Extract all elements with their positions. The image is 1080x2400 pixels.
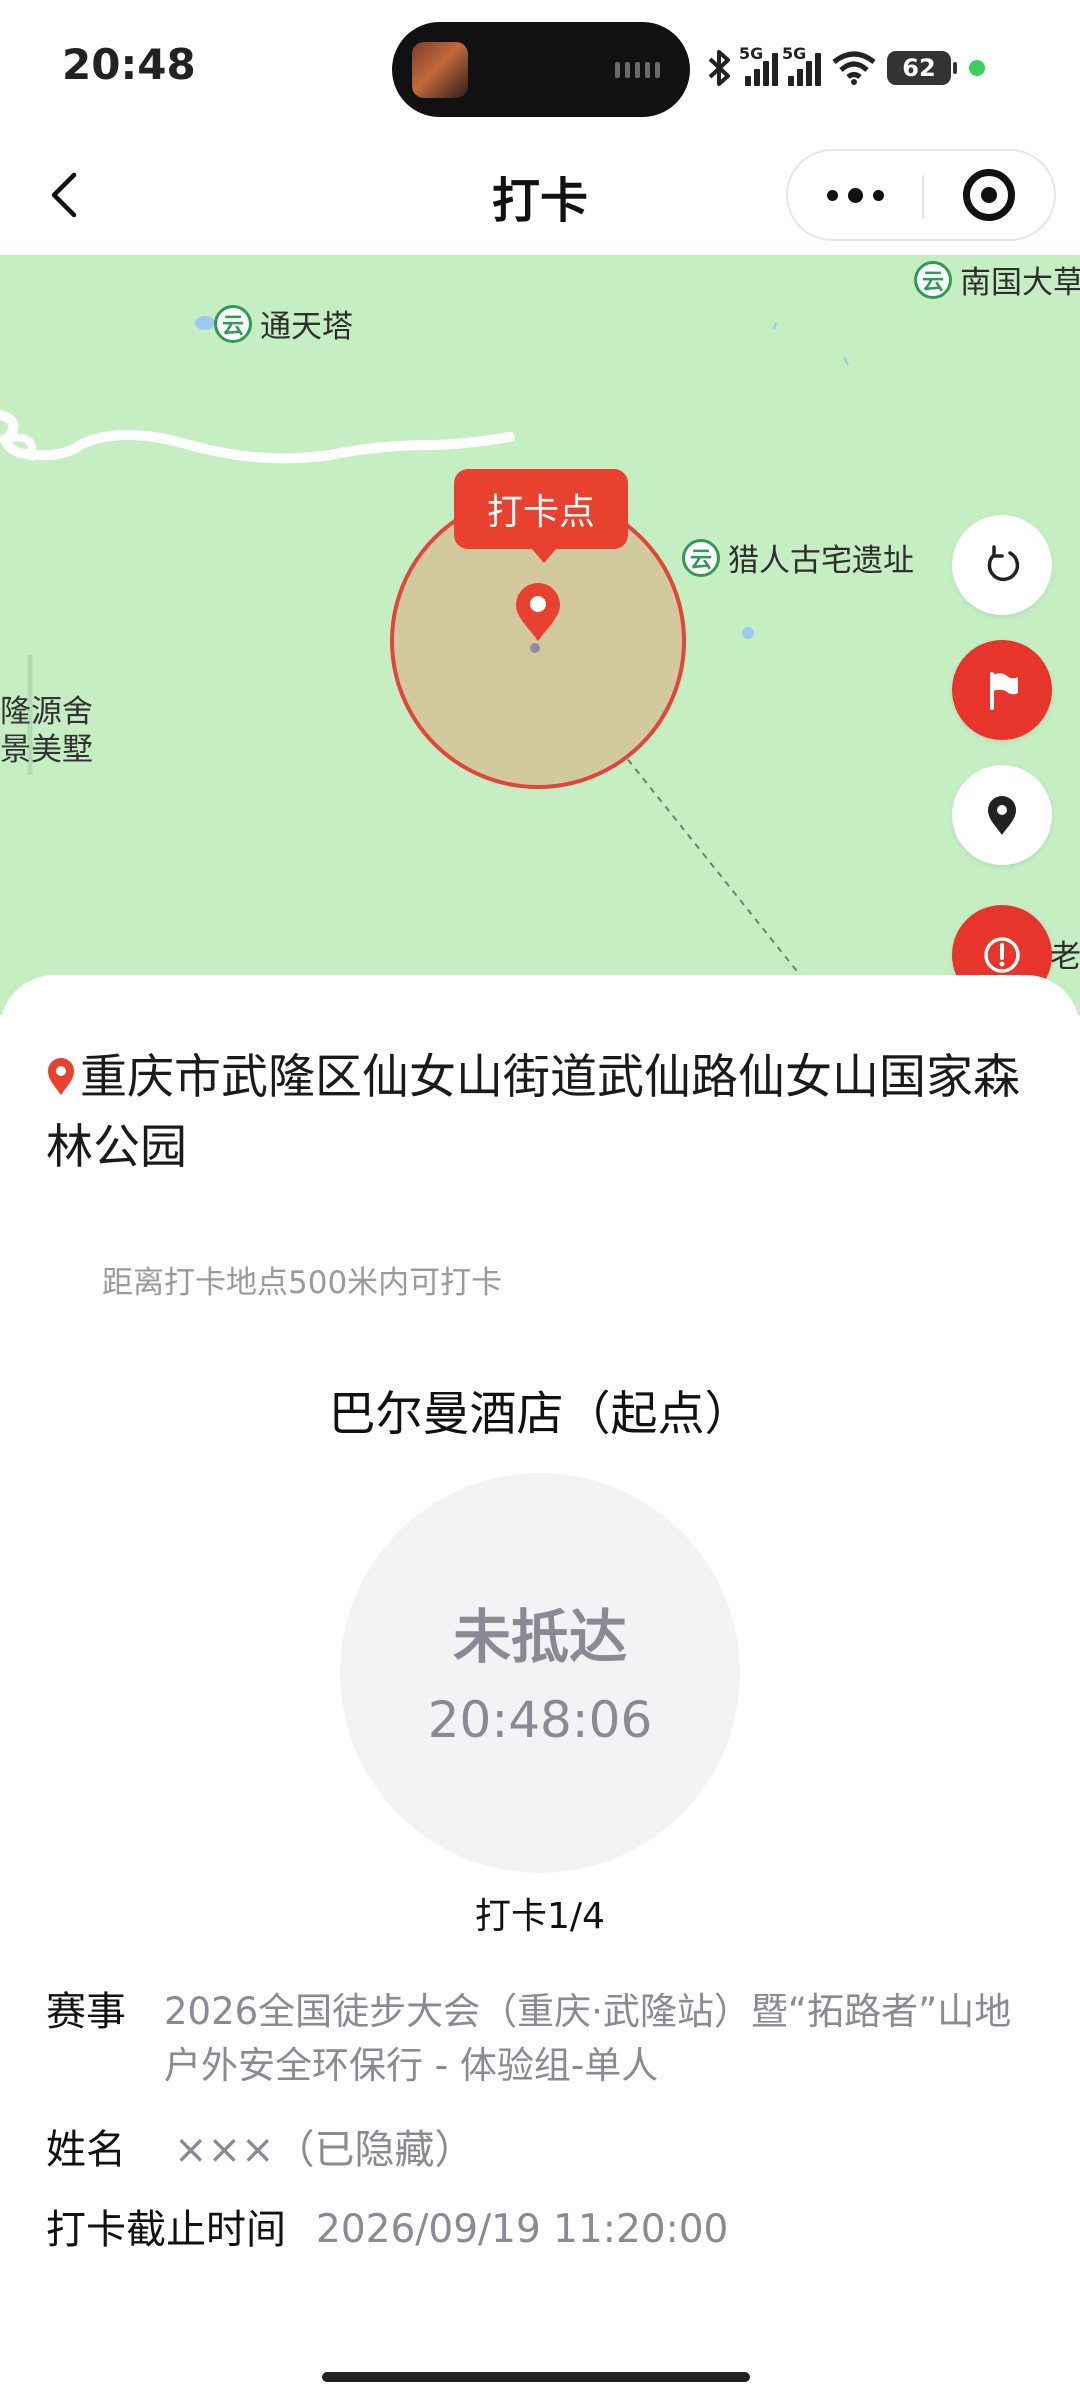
place-label-line: 景美墅: [0, 732, 93, 768]
signal-icon: 5G: [782, 44, 821, 86]
map-view[interactable]: 云 通天塔 云 猎人古宅遗址 云 南国大草 老 隆源舍 景美墅 打卡点: [0, 255, 1080, 1015]
refresh-icon: [987, 545, 1020, 582]
status-icons: 5G 5G 62: [705, 44, 985, 92]
location-pin-icon: [988, 796, 1016, 835]
privacy-indicator-icon: [969, 60, 985, 76]
map-place-label: 隆源舍 景美墅: [0, 693, 93, 769]
location-pin-icon: [48, 1058, 74, 1095]
poi-nanguo-grassland[interactable]: 云 南国大草: [914, 257, 1080, 302]
poi-tongtian-tower[interactable]: 云 通天塔: [214, 301, 353, 346]
flag-button[interactable]: [952, 640, 1052, 740]
close-mini-program-button[interactable]: [924, 151, 1054, 239]
name-label: 姓名: [46, 2127, 126, 2173]
deadline-row: 打卡截止时间 2026/09/19 11:20:00: [46, 2203, 728, 2257]
place-label-line: 隆源舍: [0, 694, 93, 730]
checkin-progress: 打卡1/4: [475, 1896, 605, 1937]
event-row: 赛事 2026全国徒步大会（重庆·武隆站）暨“拓路者”山地户外安全环保行 - 体…: [46, 1985, 1036, 2093]
mini-program-capsule: [786, 149, 1056, 241]
flag-icon: [990, 672, 1018, 710]
status-bar: 20:48 5G 5G 62: [0, 0, 1080, 135]
scenic-spot-icon: 云: [682, 538, 720, 577]
scenic-spot-icon: 云: [914, 260, 952, 299]
scenic-spot-icon: 云: [214, 304, 252, 343]
current-time: 20:48:06: [427, 1691, 653, 1749]
poi-label: 南国大草: [960, 265, 1080, 301]
nav-bar: 打卡: [0, 135, 1080, 255]
battery-icon: 62: [887, 51, 957, 85]
home-indicator[interactable]: [322, 2372, 750, 2382]
locate-button[interactable]: [952, 765, 1052, 865]
poi-label: 通天塔: [260, 309, 353, 345]
app-icon[interactable]: [412, 42, 468, 98]
audio-wave-icon: [615, 62, 660, 78]
dynamic-island[interactable]: [392, 22, 690, 117]
checkin-sheet: 重庆市武隆区仙女山街道武仙路仙女山国家森林公园 距离打卡地点500米内可打卡 巴…: [0, 975, 1080, 2400]
poi-label: 猎人古宅遗址: [728, 543, 914, 579]
dot-icon: [826, 189, 838, 201]
poi-hunter-house-ruins[interactable]: 云 猎人古宅遗址: [682, 535, 914, 580]
deadline-label: 打卡截止时间: [46, 2207, 286, 2253]
status-time: 20:48: [62, 40, 196, 89]
name-value: ×××（已隐藏）: [174, 2127, 475, 2173]
wifi-icon: [832, 51, 876, 85]
event-value: 2026全国徒步大会（重庆·武隆站）暨“拓路者”山地户外安全环保行 - 体验组-…: [164, 1990, 1012, 2087]
target-icon: [963, 169, 1015, 221]
event-label: 赛事: [46, 1989, 126, 2035]
name-row: 姓名 ×××（已隐藏）: [46, 2123, 475, 2177]
checkin-status: 未抵达: [452, 1603, 627, 1671]
more-button[interactable]: [788, 151, 922, 239]
network-type-label: 5G: [739, 44, 764, 63]
dot-icon: [847, 187, 863, 203]
checkin-address: 重庆市武隆区仙女山街道武仙路仙女山国家森林公园: [46, 1043, 1026, 1183]
poi-label: 老: [1050, 939, 1080, 975]
checkin-button[interactable]: 未抵达 20:48:06: [340, 1473, 740, 1873]
network-type-label: 5G: [782, 44, 807, 63]
deadline-value: 2026/09/19 11:20:00: [316, 2207, 729, 2252]
checkin-range-hint: 距离打卡地点500米内可打卡: [102, 1265, 503, 1301]
signal-icon: 5G: [739, 44, 778, 86]
checkin-point-bubble: 打卡点: [454, 469, 628, 563]
refresh-button[interactable]: [952, 515, 1052, 615]
bluetooth-icon: [708, 50, 730, 86]
checkin-point-name: 巴尔曼酒店（起点）: [328, 1387, 752, 1442]
alert-icon: [984, 937, 1020, 973]
address-text: 重庆市武隆区仙女山街道武仙路仙女山国家森林公园: [46, 1050, 1020, 1175]
dot-icon: [872, 189, 884, 201]
map-canvas: [0, 316, 849, 991]
poi-partial-label[interactable]: 老: [1050, 931, 1080, 976]
